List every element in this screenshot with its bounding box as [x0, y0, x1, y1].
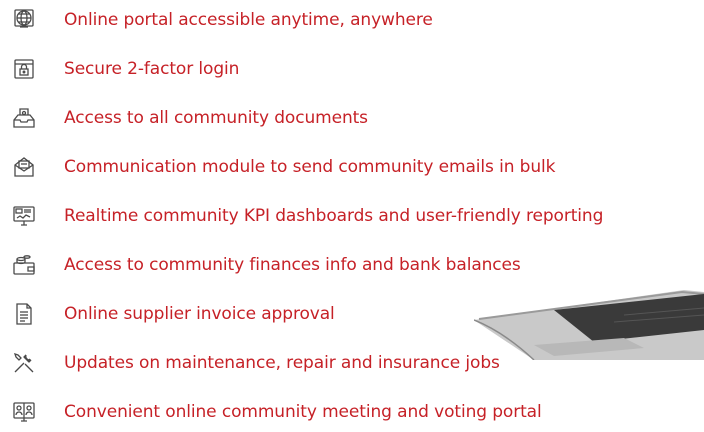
feature-online-portal: Online portal accessible anytime, anywhe… [0, 0, 704, 40]
feature-list: Online portal accessible anytime, anywhe… [0, 0, 704, 427]
feature-documents: Access to all community documents [0, 98, 704, 138]
feature-label: Online supplier invoice approval [64, 304, 335, 324]
laptop-image [474, 290, 704, 360]
document-tray-icon [9, 103, 39, 133]
feature-label: Secure 2-factor login [64, 59, 240, 79]
feature-label: Communication module to send community e… [64, 157, 556, 177]
feature-kpi-dashboards: Realtime community KPI dashboards and us… [0, 196, 704, 236]
secure-lock-screen-icon [9, 54, 39, 84]
feature-meeting-voting: Convenient online community meeting and … [0, 392, 704, 432]
wrench-screwdriver-icon [9, 348, 39, 378]
feature-label: Convenient online community meeting and … [64, 402, 542, 422]
feature-communication: Communication module to send community e… [0, 147, 704, 187]
feature-label: Access to community finances info and ba… [64, 255, 521, 275]
invoice-document-icon [9, 299, 39, 329]
feature-label: Realtime community KPI dashboards and us… [64, 206, 604, 226]
globe-monitor-icon [9, 5, 39, 35]
email-envelope-icon [9, 152, 39, 182]
feature-secure-login: Secure 2-factor login [0, 49, 704, 89]
meeting-voting-icon [9, 397, 39, 427]
feature-label: Updates on maintenance, repair and insur… [64, 353, 500, 373]
feature-label: Online portal accessible anytime, anywhe… [64, 10, 433, 30]
wallet-coins-icon [9, 250, 39, 280]
feature-label: Access to all community documents [64, 108, 368, 128]
dashboard-monitor-icon [9, 201, 39, 231]
